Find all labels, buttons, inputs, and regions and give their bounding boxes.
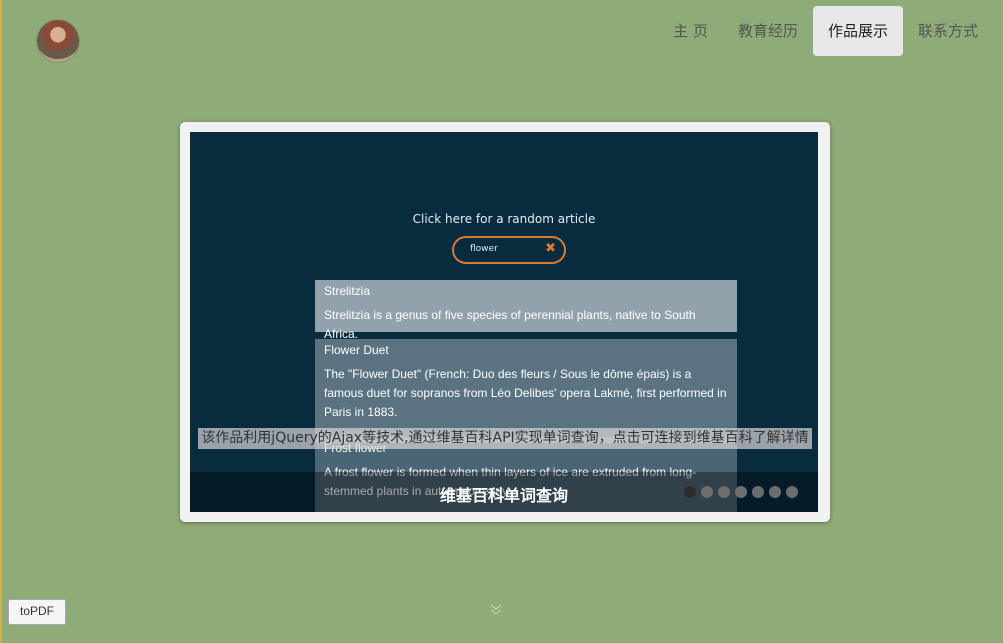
carousel-dot[interactable] (769, 486, 781, 498)
to-pdf-button[interactable]: toPDF (8, 599, 66, 625)
result-item[interactable]: Strelitzia Strelitzia is a genus of five… (315, 280, 737, 341)
double-chevron-down-icon[interactable] (488, 602, 504, 622)
nav-item-works[interactable]: 作品展示 (812, 6, 903, 56)
search-input[interactable]: flower ✖ (452, 236, 566, 264)
close-icon[interactable]: ✖ (545, 241, 556, 256)
result-title: Flower Duet (324, 343, 389, 357)
carousel-dot[interactable] (718, 486, 730, 498)
carousel-slide[interactable]: Click here for a random article flower ✖… (190, 132, 818, 512)
carousel-dot[interactable] (786, 486, 798, 498)
random-article-link[interactable]: Click here for a random article (190, 212, 818, 226)
search-value: flower (470, 244, 498, 254)
nav-item-education[interactable]: 教育经历 (723, 6, 813, 56)
result-description: The "Flower Duet" (French: Duo des fleur… (324, 367, 727, 419)
carousel-dot[interactable] (701, 486, 713, 498)
carousel-dot[interactable] (735, 486, 747, 498)
carousel-indicators (684, 486, 798, 498)
works-carousel: Click here for a random article flower ✖… (180, 122, 830, 522)
carousel-dot[interactable] (684, 486, 696, 498)
top-nav: 主 页 教育经历 作品展示 联系方式 (658, 6, 993, 56)
nav-item-contact[interactable]: 联系方式 (903, 6, 993, 56)
slide-caption: 该作品利用jQuery的Ajax等技术,通过维基百科API实现单词查询，点击可连… (198, 428, 812, 449)
nav-item-home[interactable]: 主 页 (658, 6, 723, 56)
avatar[interactable] (37, 20, 79, 62)
slide-title-bar: 维基百科单词查询 (190, 472, 818, 512)
result-title: Strelitzia (324, 284, 371, 298)
carousel-dot[interactable] (752, 486, 764, 498)
